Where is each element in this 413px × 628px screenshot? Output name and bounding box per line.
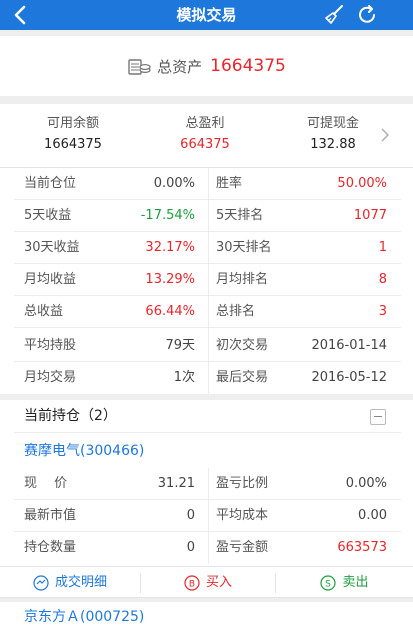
total-profit: 总盈利 664375 [150, 114, 260, 156]
holdings-title: 当前持仓（2） [24, 408, 117, 424]
trade-detail-label: 成交明细 [54, 575, 107, 590]
holding-label: 盈亏金额 [216, 540, 269, 555]
withdrawable-cash-value: 132.88 [310, 137, 356, 152]
clear-button[interactable] [322, 3, 346, 27]
header-divider [14, 432, 401, 433]
stat-label: 初次交易 [216, 338, 269, 353]
broom-icon [325, 5, 343, 24]
stat-label: 总收益 [24, 304, 64, 319]
holding-row: 最新市值 0 平均成本 0.00 [0, 500, 413, 532]
holding-value: 0.00% [345, 476, 387, 491]
stat-label: 平均持股 [24, 338, 77, 353]
stat-row: 平均持股 79天 初次交易 2016-01-14 [0, 330, 413, 362]
withdrawable-cash: 可提现金 132.88 [278, 114, 388, 156]
stat-label: 30天排名 [216, 240, 272, 255]
available-balance-value: 1664375 [44, 137, 102, 152]
available-balance-label: 可用余额 [46, 116, 99, 131]
stat-value: 0.00% [153, 176, 195, 191]
stats-grid: 当前仓位 0.00% 胜率 50.00% 5天收益 -17.54% 5天排名 1… [0, 168, 413, 394]
stat-row: 月均交易 1次 最后交易 2016-05-12 [0, 362, 413, 394]
sell-label: 卖出 [342, 575, 369, 590]
stat-label: 5天收益 [24, 208, 72, 223]
available-balance: 可用余额 1664375 [18, 114, 128, 156]
stat-value: 50.00% [337, 176, 387, 191]
stat-value: 13.29% [145, 272, 195, 287]
stat-label: 5天排名 [216, 208, 264, 223]
holding-row: 持仓数量 0 盈亏金额 663573 [0, 532, 413, 564]
stat-label: 胜率 [216, 176, 243, 191]
stat-value: 2016-01-14 [311, 338, 387, 353]
stat-label: 月均排名 [216, 272, 269, 287]
stat-row: 月均收益 13.29% 月均排名 8 [0, 264, 413, 296]
total-assets-value: 1664375 [210, 56, 286, 76]
holding-row: 现 价 31.21 盈亏比例 0.00% [0, 468, 413, 500]
stat-row: 当前仓位 0.00% 胜率 50.00% [0, 168, 413, 200]
svg-text:B: B [189, 579, 195, 589]
nav-bar: 模拟交易 [0, 0, 413, 30]
trade-detail-button[interactable]: 成交明细 [0, 567, 140, 598]
holding-label: 现 价 [24, 476, 68, 491]
stat-value: 66.44% [145, 304, 195, 319]
stat-value: 79天 [165, 338, 195, 353]
stat-value: -17.54% [140, 208, 195, 223]
stat-row: 30天收益 32.17% 30天排名 1 [0, 232, 413, 264]
coins-icon [128, 59, 151, 75]
stat-label: 最后交易 [216, 370, 269, 385]
buy-button[interactable]: B 买入 [141, 567, 275, 598]
stat-label: 总排名 [216, 304, 256, 319]
stock-name-link[interactable]: 赛摩电气(300466) [24, 440, 144, 462]
buy-icon: B [184, 574, 200, 591]
refresh-button[interactable] [356, 3, 380, 27]
holding-label: 盈亏比例 [216, 476, 269, 491]
holding-value: 0 [186, 540, 195, 555]
stat-value: 1 [378, 240, 387, 255]
sell-icon: S [320, 574, 337, 591]
holding-value: 0.00 [358, 508, 387, 523]
stat-label: 月均交易 [24, 370, 77, 385]
total-profit-label: 总盈利 [185, 116, 225, 131]
stat-row: 总收益 66.44% 总排名 3 [0, 296, 413, 328]
holding-value: 0 [186, 508, 195, 523]
chevron-right-icon[interactable] [380, 126, 390, 144]
buy-label: 买入 [205, 575, 232, 590]
total-assets-label: 总资产 [157, 57, 203, 76]
stat-row: 5天收益 -17.54% 5天排名 1077 [0, 200, 413, 232]
stat-value: 1次 [173, 370, 195, 385]
holding-label: 最新市值 [24, 508, 77, 523]
refresh-icon [359, 5, 375, 23]
stat-value: 3 [378, 304, 387, 319]
collapse-icon[interactable] [370, 409, 386, 425]
stat-label: 月均收益 [24, 272, 77, 287]
stat-value: 1077 [353, 208, 387, 223]
total-profit-value: 664375 [180, 137, 230, 152]
stat-value: 2016-05-12 [311, 370, 387, 385]
holding-label: 平均成本 [216, 508, 269, 523]
column-divider [208, 168, 209, 394]
withdrawable-cash-label: 可提现金 [306, 116, 359, 131]
stat-value: 32.17% [145, 240, 195, 255]
stock-name-link[interactable]: 京东方Ａ(000725) [24, 607, 144, 627]
holding-value: 663573 [337, 540, 387, 555]
page-title: 模拟交易 [176, 6, 237, 24]
holdings-header[interactable]: 当前持仓（2） [0, 400, 413, 432]
stat-label: 当前仓位 [24, 176, 77, 191]
total-assets-panel: 总资产 1664375 [0, 36, 413, 96]
column-divider [208, 468, 209, 564]
summary-panel[interactable]: 可用余额 1664375 总盈利 664375 可提现金 132.88 [0, 104, 413, 168]
svg-text:S: S [326, 579, 332, 589]
holding-value: 31.21 [157, 476, 195, 491]
stat-label: 30天收益 [24, 240, 80, 255]
holding-label: 持仓数量 [24, 540, 77, 555]
sell-button[interactable]: S 卖出 [276, 567, 413, 598]
action-bar: 成交明细 B 买入 S 卖出 [0, 566, 413, 598]
chart-check-icon [33, 574, 49, 591]
stat-value: 8 [378, 272, 387, 287]
